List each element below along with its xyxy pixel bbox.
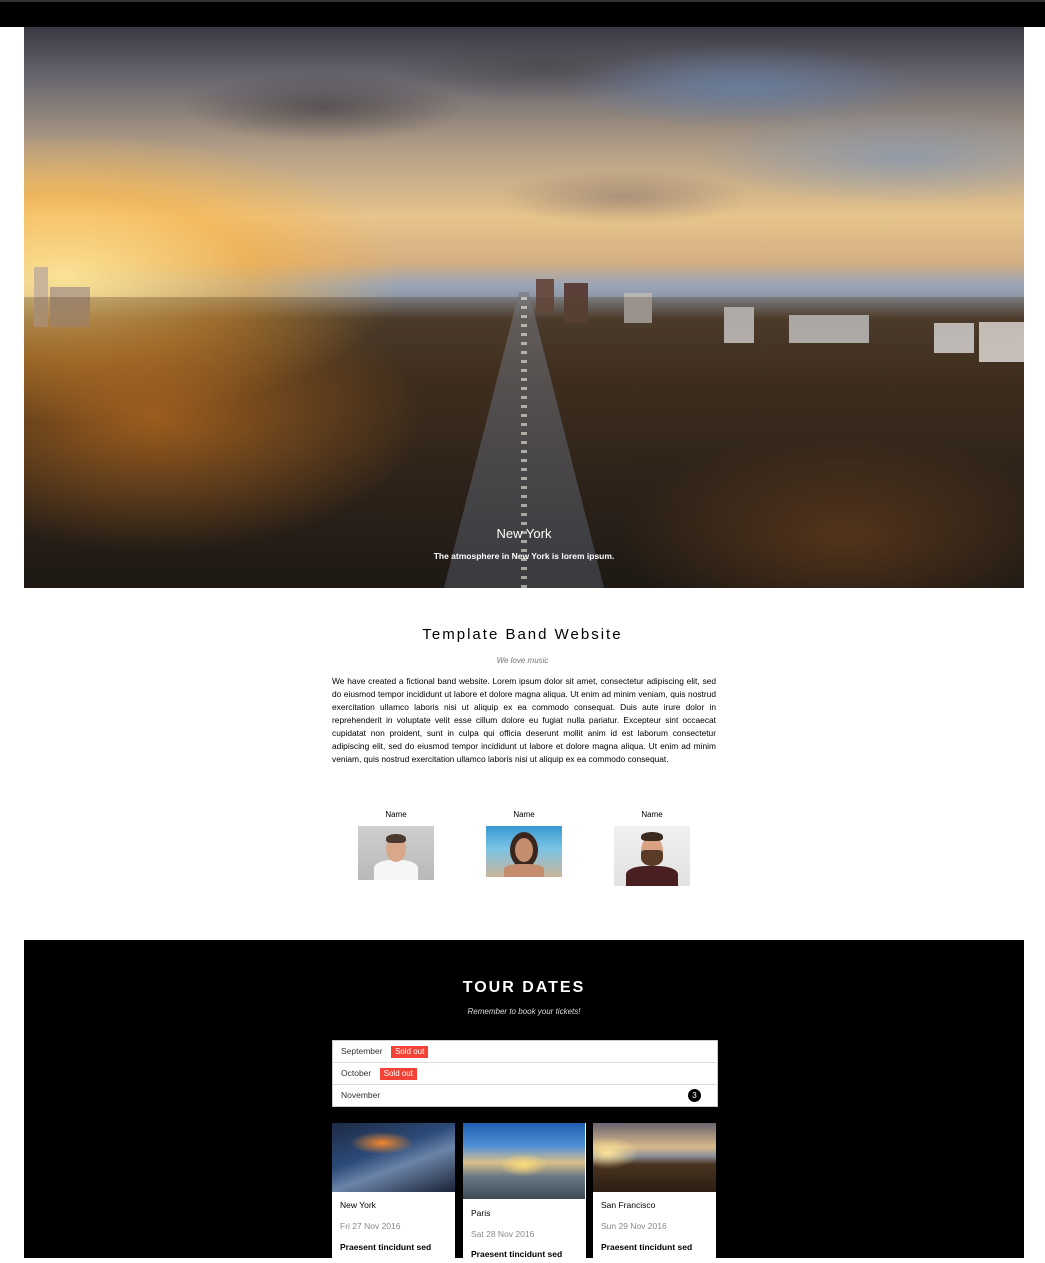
- tour-section: TOUR DATES Remember to book your tickets…: [24, 940, 1024, 1263]
- month-label: November: [341, 1090, 381, 1100]
- tour-title: TOUR DATES: [462, 979, 586, 996]
- tour-card-image: [593, 1123, 716, 1192]
- band-member[interactable]: Name: [356, 810, 436, 880]
- member-photo[interactable]: [614, 826, 690, 886]
- hero-subtitle: The atmosphere in New York is lorem ipsu…: [433, 551, 615, 561]
- tour-card-date: Sun 29 Nov 2016: [601, 1221, 667, 1231]
- band-title: Template Band Website: [422, 626, 623, 643]
- sold-out-badge: Sold out: [390, 1045, 429, 1058]
- tour-card-new-york[interactable]: New York Fri 27 Nov 2016 Praesent tincid…: [332, 1123, 455, 1263]
- month-row-november[interactable]: November 3: [333, 1085, 717, 1106]
- hero-slide: New York The atmosphere in New York is l…: [24, 27, 1024, 588]
- tour-card-city: San Francisco: [601, 1200, 656, 1210]
- band-member[interactable]: Name: [612, 810, 692, 886]
- month-label: September: [341, 1046, 383, 1056]
- tour-subtitle: Remember to book your tickets!: [467, 1007, 581, 1016]
- tour-card-paris[interactable]: Paris Sat 28 Nov 2016 Praesent tincidunt…: [463, 1123, 586, 1263]
- month-row-september[interactable]: September Sold out: [333, 1041, 717, 1063]
- member-name: Name: [641, 810, 663, 819]
- top-navbar: [0, 0, 1045, 27]
- ticket-count-badge: 3: [688, 1089, 701, 1102]
- member-photo[interactable]: [358, 826, 434, 880]
- tour-card-date: Sat 28 Nov 2016: [471, 1229, 535, 1239]
- tour-card-san-francisco[interactable]: San Francisco Sun 29 Nov 2016 Praesent t…: [593, 1123, 716, 1263]
- sold-out-badge: Sold out: [379, 1067, 417, 1080]
- hero-title: New York: [496, 526, 552, 541]
- band-member[interactable]: Name: [484, 810, 564, 877]
- tour-card-text: Praesent tincidunt sed: [601, 1242, 693, 1252]
- tour-card-image: [463, 1123, 585, 1199]
- band-description: We have created a fictional band website…: [332, 676, 716, 764]
- tour-card-date: Fri 27 Nov 2016: [340, 1221, 401, 1231]
- band-subtitle: We love music: [496, 656, 549, 665]
- month-label: October: [341, 1068, 372, 1078]
- member-name: Name: [513, 810, 535, 819]
- tour-card-city: Paris: [471, 1208, 491, 1218]
- tour-card-image: [332, 1123, 455, 1192]
- member-name: Name: [385, 810, 407, 819]
- tour-months-list: September Sold out October Sold out Nove…: [332, 1040, 718, 1107]
- hero-sky: [24, 27, 1024, 297]
- hero-road-lights: [521, 297, 527, 588]
- member-photo[interactable]: [486, 826, 562, 877]
- tour-card-city: New York: [340, 1200, 376, 1210]
- month-row-october[interactable]: October Sold out: [333, 1063, 717, 1085]
- tour-card-text: Praesent tincidunt sed: [340, 1242, 432, 1252]
